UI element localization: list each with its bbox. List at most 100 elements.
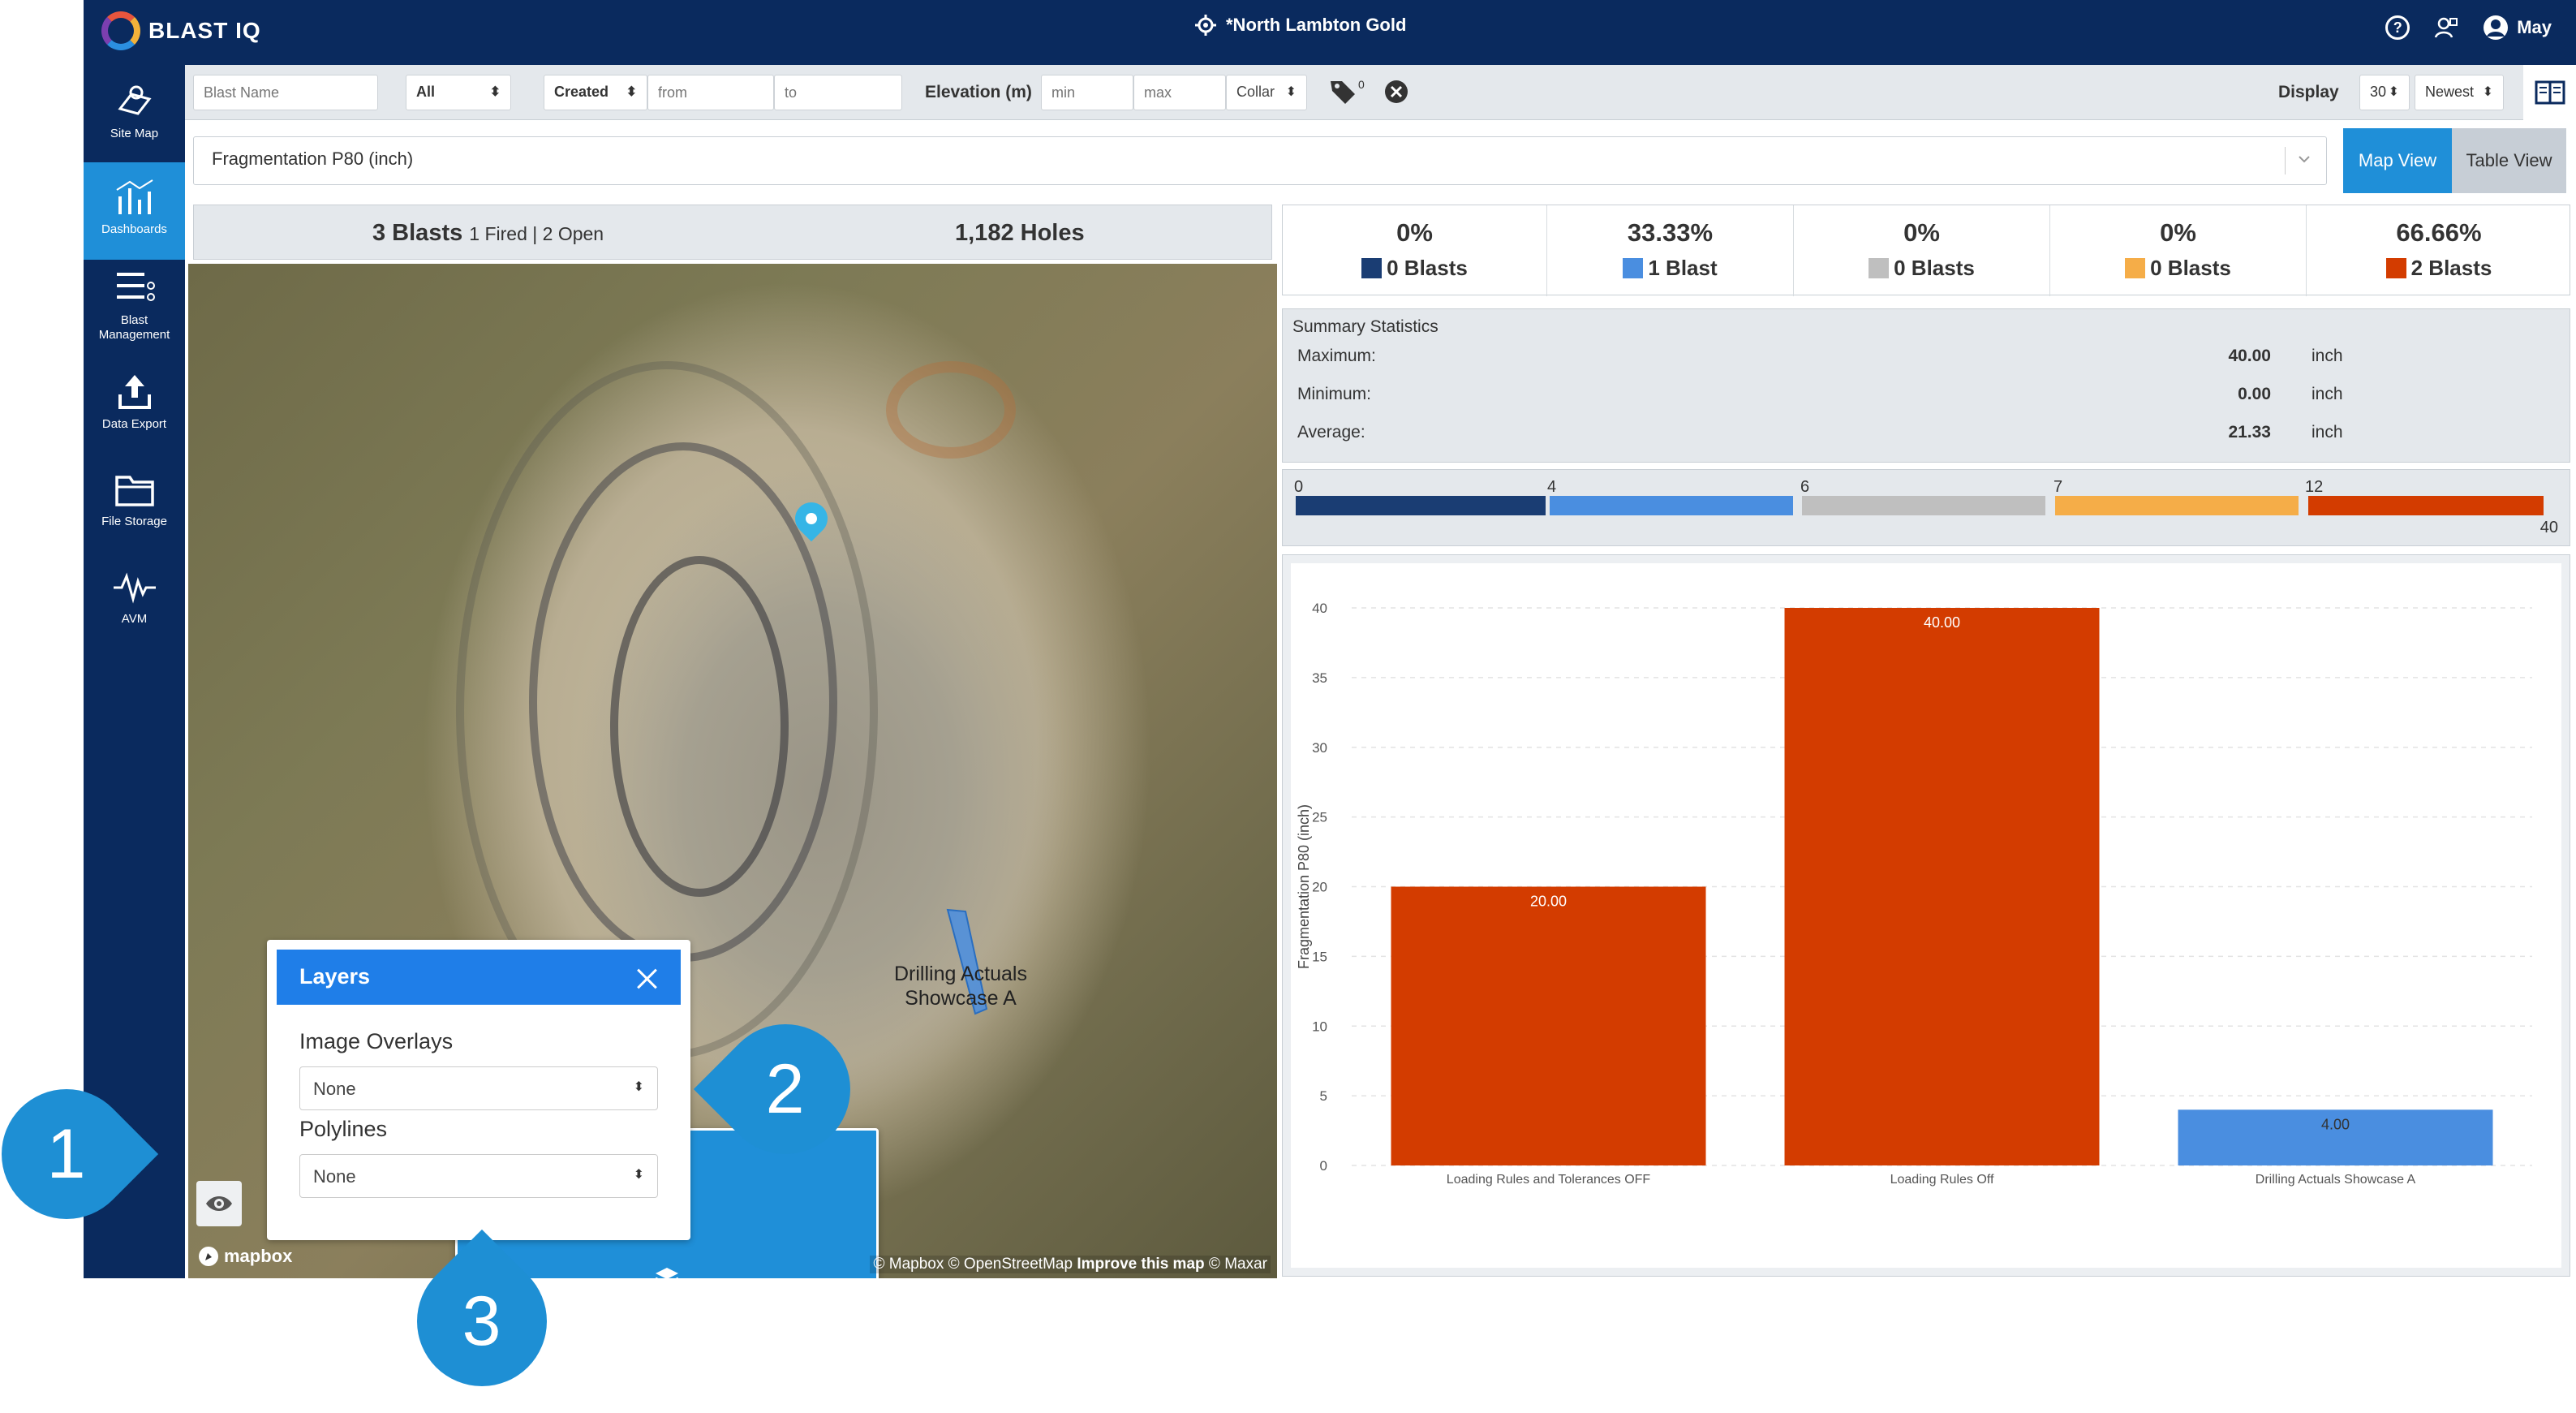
scale-tick: 4: [1547, 478, 1557, 496]
map-view-button[interactable]: Map View: [2343, 128, 2452, 193]
y-tick-label: 15: [1312, 949, 1327, 964]
bar-value-label: 4.00: [2321, 1116, 2350, 1132]
date-type-select[interactable]: Created: [544, 75, 647, 110]
summary-row: Average: 21.33 inch: [1297, 423, 2563, 442]
summary-label: Average:: [1297, 423, 1365, 442]
range-count: 1 Blast: [1648, 256, 1718, 280]
user-switch-icon[interactable]: [2434, 15, 2458, 40]
bar-chart: 0 5 10 15 20 25 30 35 40 Fragmentation P80 (inch)…: [1296, 601, 2532, 1187]
mapbox-logo[interactable]: mapbox: [198, 1246, 292, 1267]
blast-count: 3 Blasts 1 Fired | 2 Open: [372, 220, 604, 247]
scale-segment: [1296, 496, 1546, 515]
layers-icon: [656, 1268, 678, 1278]
measure-select[interactable]: Fragmentation P80 (inch): [193, 136, 2327, 185]
site-selector[interactable]: *North Lambton Gold: [1195, 15, 1406, 36]
date-to-input[interactable]: [774, 75, 902, 110]
summary-statistics: Summary Statistics Maximum: 40.00 inch M…: [1282, 308, 2570, 463]
sidebar-item-file-storage[interactable]: File Storage: [84, 469, 185, 550]
polylines-select[interactable]: None: [299, 1154, 658, 1198]
logo-text: BLAST IQ: [148, 18, 261, 43]
summary-unit: inch: [2312, 423, 2343, 442]
polygon-label: Drilling Actuals Showcase A: [894, 962, 1027, 1010]
book-icon: [2535, 80, 2565, 105]
clear-filters-button[interactable]: [1384, 80, 1408, 108]
sidebar-item-dashboards[interactable]: Dashboards: [84, 162, 185, 260]
mapbox-icon: [199, 1247, 218, 1266]
holes-count: 1,182 Holes: [955, 220, 1085, 246]
callout-number: 1: [47, 1114, 86, 1193]
blast-name-input[interactable]: [193, 75, 378, 110]
summary-value: 40.00: [2228, 347, 2271, 365]
table-view-button[interactable]: Table View: [2452, 128, 2566, 193]
range-swatch: [1361, 258, 1383, 278]
image-overlays-value: None: [313, 1079, 356, 1099]
callout-number: 2: [766, 1049, 805, 1128]
summary-row: Minimum: 0.00 inch: [1297, 385, 2563, 404]
date-from-input[interactable]: [647, 75, 774, 110]
scale-tick: 0: [1294, 478, 1304, 496]
improve-map-link[interactable]: Improve this map: [1077, 1256, 1204, 1273]
attribution-text[interactable]: © Mapbox © OpenStreetMap: [873, 1256, 1073, 1273]
summary-title: Summary Statistics: [1292, 317, 1439, 336]
scale-segment: [2055, 496, 2299, 515]
y-axis-label: Fragmentation P80 (inch): [1296, 804, 1312, 969]
y-tick-label: 35: [1312, 670, 1327, 686]
sort-value: Newest: [2425, 84, 2475, 100]
elevation-min-input[interactable]: [1041, 75, 1133, 110]
sidebar-item-label: AVM: [121, 612, 148, 626]
clear-circle-icon: [1385, 80, 1408, 103]
range-swatch: [1869, 258, 1890, 278]
range-percent: 0%: [2160, 218, 2196, 247]
scale-segment: [2308, 496, 2544, 515]
x-tick-label: Loading Rules and Tolerances OFF: [1447, 1173, 1651, 1187]
sidebar-item-blast-management[interactable]: Blast Management: [84, 268, 185, 357]
elevation-reference-select[interactable]: Collar: [1226, 75, 1307, 110]
tag-filter-button[interactable]: 0: [1329, 78, 1365, 106]
maxar-attribution[interactable]: © Maxar: [1209, 1256, 1267, 1273]
range-stat: 33.33% 1 Blast: [1547, 205, 1794, 296]
blast-management-icon: [116, 273, 155, 301]
y-tick-label: 25: [1312, 810, 1327, 825]
logo-ring-icon: [101, 11, 140, 50]
range-count: 0 Blasts: [1387, 256, 1468, 280]
bar-value-label: 40.00: [1924, 614, 1960, 631]
status-select[interactable]: All: [406, 75, 511, 110]
scale-segment: [1802, 496, 2045, 515]
range-stats-row: 0% 0 Blasts 33.33% 1 Blast 0% 0 Blasts 0…: [1282, 205, 2570, 296]
image-overlays-label: Image Overlays: [299, 1029, 454, 1053]
help-icon[interactable]: ?: [2385, 15, 2410, 40]
dashboards-icon: [115, 179, 153, 214]
user-name: May: [2517, 17, 2552, 37]
polygon-label-line: Showcase A: [905, 987, 1017, 1010]
display-count-select[interactable]: 30: [2359, 75, 2410, 110]
map-attribution: © Mapbox © OpenStreetMap Improve this ma…: [870, 1256, 1271, 1273]
user-menu[interactable]: May: [2483, 15, 2552, 41]
sidebar-item-avm[interactable]: AVM: [84, 566, 185, 648]
chart-panel: 0 5 10 15 20 25 30 35 40 Fragmentation P80 (inch)…: [1291, 563, 2561, 1268]
location-target-icon: [1195, 15, 1216, 36]
bar: [1784, 608, 2100, 1165]
pit-haul-road: [610, 556, 789, 897]
sidebar-item-site-map[interactable]: Site Map: [84, 81, 185, 162]
range-swatch: [1623, 258, 1644, 278]
date-type-value: Created: [554, 84, 609, 100]
layers-panel-title: Layers: [299, 964, 371, 989]
scale-tick: 7: [2053, 478, 2063, 496]
app-logo[interactable]: BLAST IQ: [101, 11, 261, 50]
sidebar-item-data-export[interactable]: Data Export: [84, 372, 185, 453]
range-count: 0 Blasts: [2150, 256, 2231, 280]
summary-row: Maximum: 40.00 inch: [1297, 347, 2563, 366]
visibility-button[interactable]: [196, 1181, 242, 1226]
x-tick-label: Drilling Actuals Showcase A: [2256, 1173, 2416, 1187]
summary-label: Minimum:: [1297, 385, 1372, 403]
y-tick-label: 40: [1312, 601, 1327, 616]
blast-breakdown: 1 Fired | 2 Open: [469, 223, 604, 244]
close-icon[interactable]: [635, 967, 658, 990]
summary-label: Maximum:: [1297, 347, 1376, 365]
elevation-max-input[interactable]: [1133, 75, 1226, 110]
guide-button[interactable]: [2523, 65, 2576, 120]
blast-summary: 3 Blasts 1 Fired | 2 Open 1,182 Holes: [193, 205, 1272, 260]
sort-select[interactable]: Newest: [2415, 75, 2504, 110]
bar: [1391, 886, 1706, 1165]
image-overlays-select[interactable]: None: [299, 1066, 658, 1110]
